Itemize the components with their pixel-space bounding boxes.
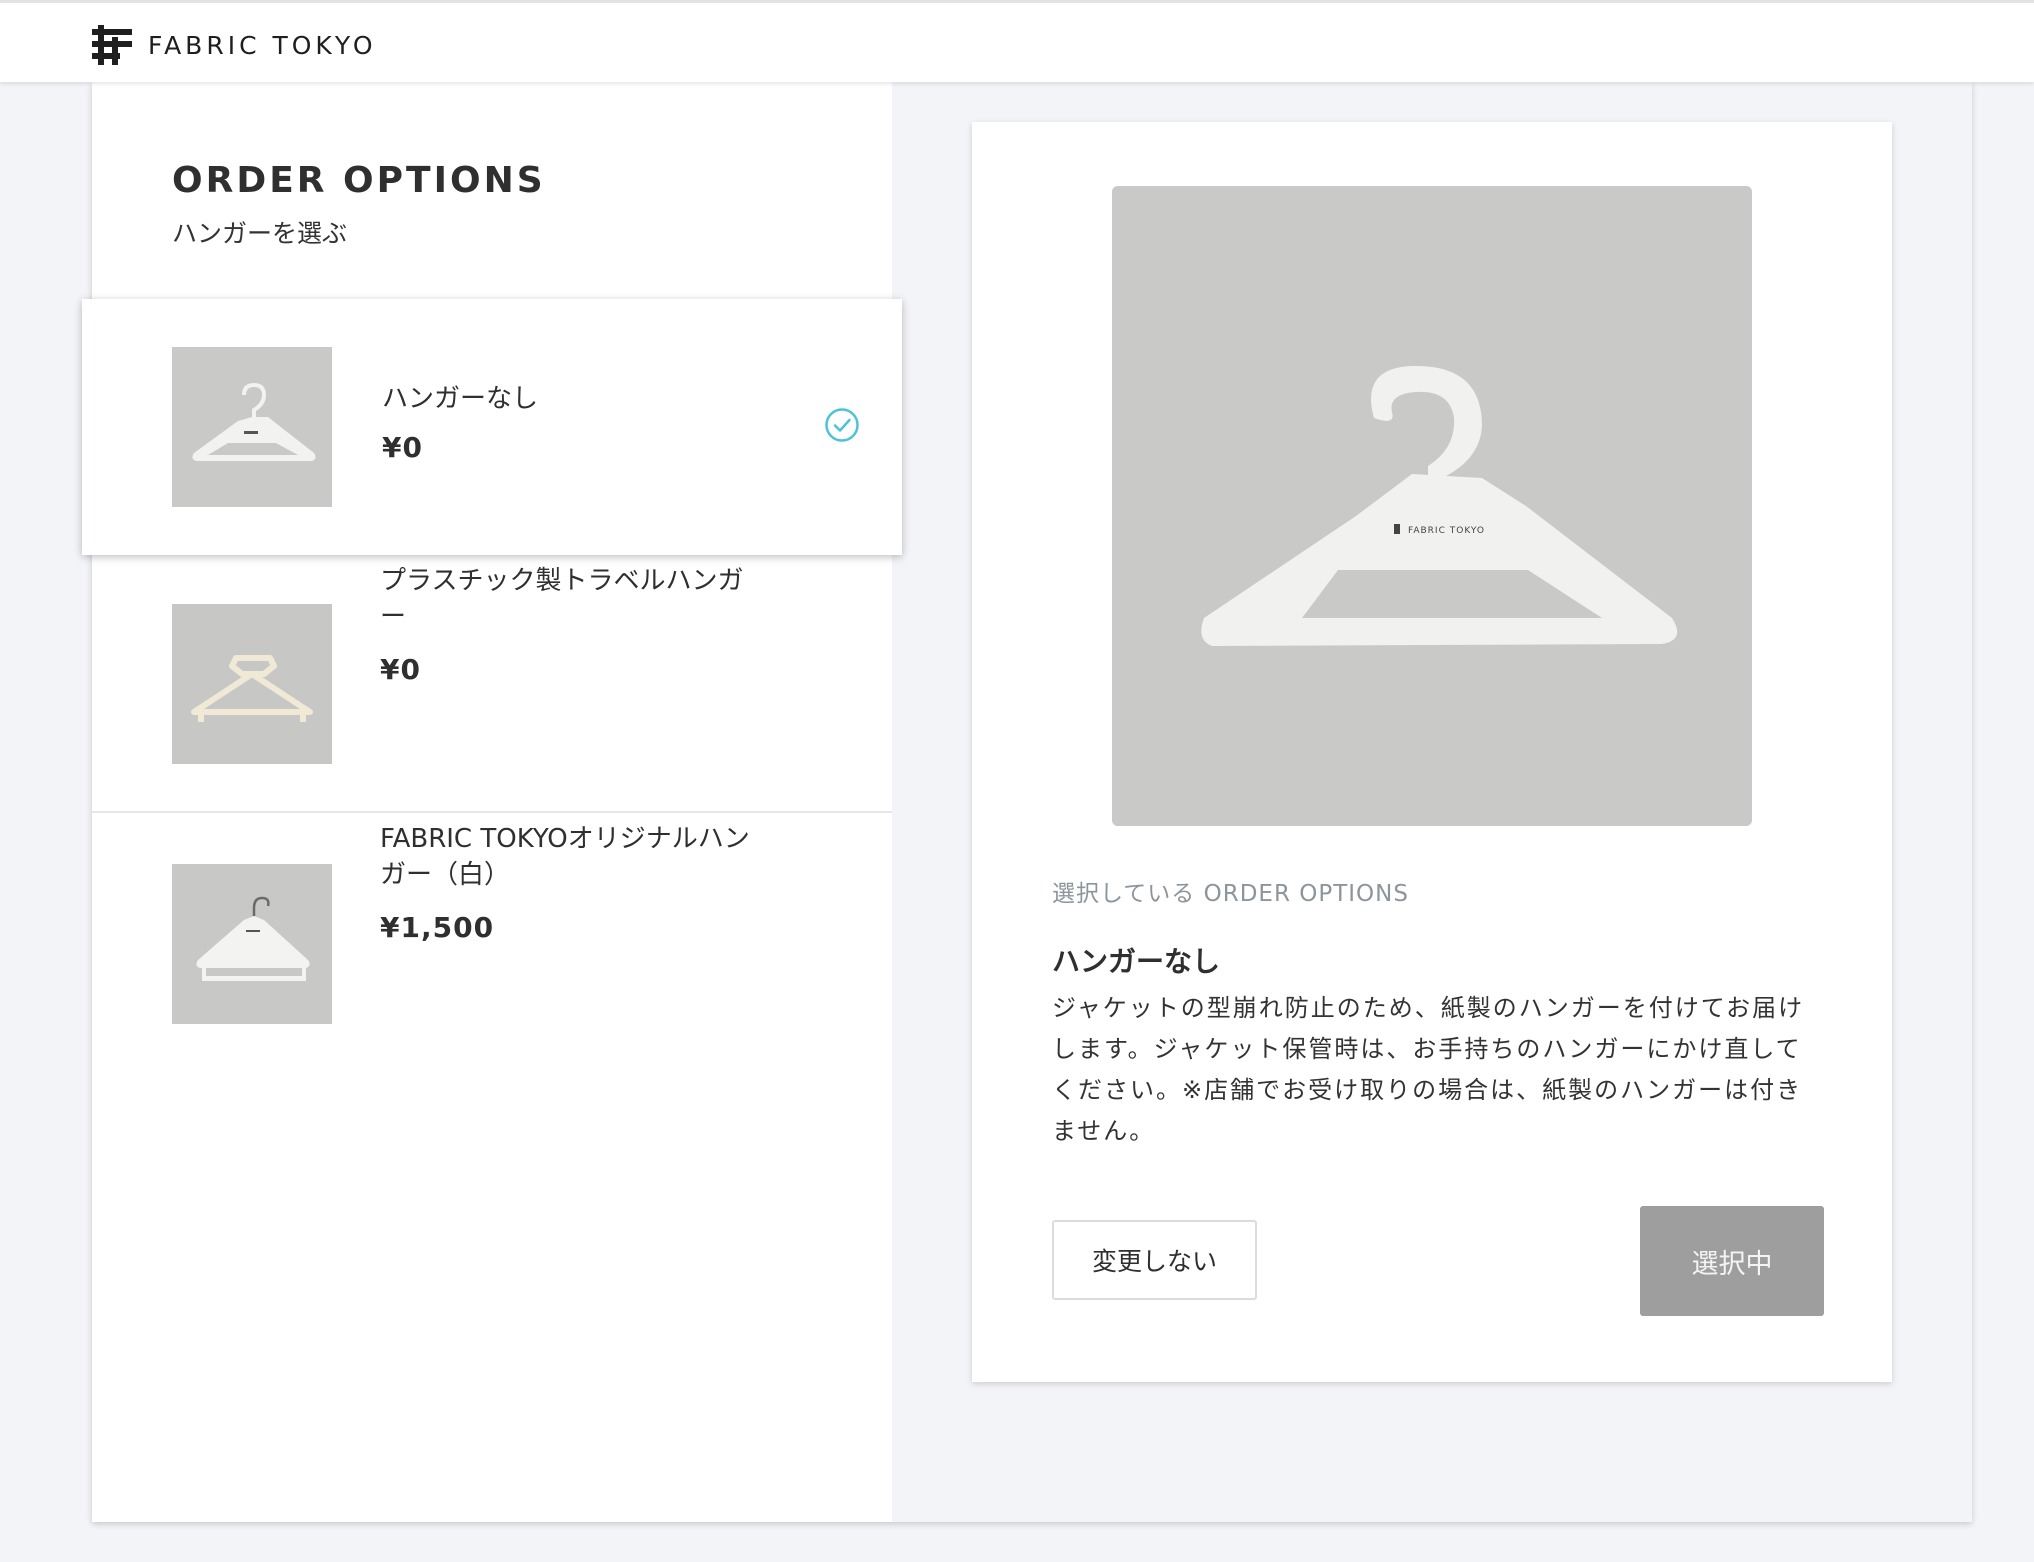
selected-option-description: ジャケットの型崩れ防止のため、紙製のハンガーを付けてお届けします。ジャケット保管… <box>1052 994 1805 1145</box>
option-price: ¥0 <box>382 431 423 464</box>
options-list-pane: ORDER OPTIONS ハンガーを選ぶ ハンガーなし ¥0 プラスチック製ト… <box>82 82 902 1522</box>
paper-hanger-icon <box>172 347 332 507</box>
pane-subtitle: ハンガーを選ぶ <box>172 219 348 248</box>
option-item-plastic-travel-hanger[interactable]: プラスチック製トラベルハンガー ¥0 <box>92 555 892 813</box>
option-item-original-white-hanger[interactable]: FABRIC TOKYOオリジナルハンガー（白） ¥1,500 <box>92 815 892 1073</box>
fabric-tokyo-logo-icon <box>92 25 132 65</box>
pane-title: ORDER OPTIONS <box>172 160 546 201</box>
option-thumbnail <box>172 604 332 764</box>
order-options-modal: ORDER OPTIONS ハンガーを選ぶ ハンガーなし ¥0 プラスチック製ト… <box>82 82 1972 1522</box>
brand-name: FABRIC TOKYO <box>148 30 377 60</box>
selected-options-caption: 選択している ORDER OPTIONS <box>1052 881 1409 907</box>
option-item-no-hanger[interactable]: ハンガーなし ¥0 <box>82 299 902 555</box>
option-name: プラスチック製トラベルハンガー <box>380 566 744 632</box>
paper-hanger-icon: FABRIC TOKYO <box>1112 186 1752 826</box>
selected-option-name: ハンガーなし <box>1052 945 1221 978</box>
option-detail-card: FABRIC TOKYO 選択している ORDER OPTIONS ハンガーなし… <box>972 122 1892 1382</box>
option-name: FABRIC TOKYOオリジナルハンガー（白） <box>380 824 750 890</box>
hanger-brand-text: FABRIC TOKYO <box>1408 526 1485 536</box>
option-name: ハンガーなし <box>382 384 539 414</box>
original-white-hanger-icon <box>172 864 332 1024</box>
option-detail-image: FABRIC TOKYO <box>1112 186 1752 826</box>
plastic-travel-hanger-icon <box>172 604 332 764</box>
brand-logo[interactable]: FABRIC TOKYO <box>92 25 377 65</box>
selected-button[interactable]: 選択中 <box>1640 1206 1824 1316</box>
option-price: ¥1,500 <box>380 911 495 944</box>
check-circle-icon <box>825 408 859 442</box>
option-thumbnail <box>172 864 332 1024</box>
top-header: FABRIC TOKYO <box>0 0 2034 82</box>
no-change-button[interactable]: 変更しない <box>1052 1220 1257 1300</box>
option-thumbnail <box>172 347 332 507</box>
option-price: ¥0 <box>380 653 421 686</box>
